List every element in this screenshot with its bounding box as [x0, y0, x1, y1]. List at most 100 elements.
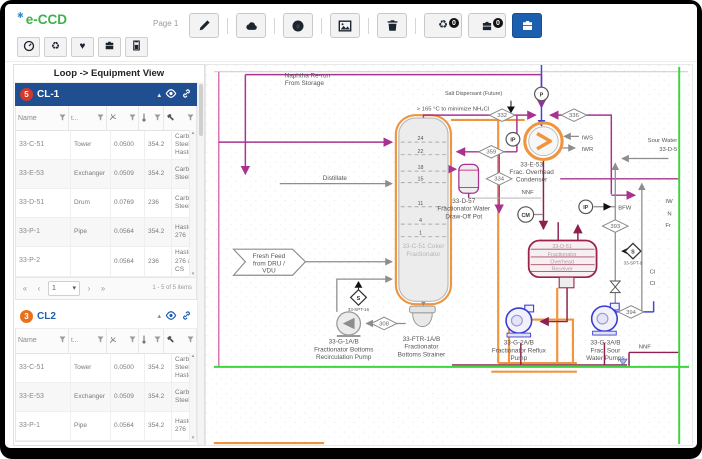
table-row[interactable]: 33-E-53 Exchanger 0.0509 354.2 Carbon St…: [16, 160, 196, 189]
svg-text:308: 308: [379, 321, 389, 327]
filter-icon[interactable]: [97, 114, 104, 123]
col-name[interactable]: Name: [16, 329, 69, 353]
scroll-up-icon[interactable]: ▴: [192, 130, 195, 136]
strainer-label: Fractionator: [404, 344, 438, 351]
cloud-icon: [244, 19, 258, 33]
pager-prev-button[interactable]: ‹: [34, 284, 44, 293]
loop-badge: 5: [20, 88, 33, 101]
col-temperature[interactable]: [139, 329, 164, 353]
link-icon[interactable]: [181, 88, 192, 101]
pid-diagram-canvas[interactable]: 24 22 18 15 11 4 1 33-C-51 Coker Fractio…: [205, 64, 693, 446]
svg-text:33-SPT-16: 33-SPT-16: [348, 307, 370, 312]
panel-cl2-header[interactable]: 3 CL2 ▴: [15, 305, 197, 329]
col-material[interactable]: [164, 106, 196, 130]
fresh-feed-flag: Fresh Feed from DRU / VDU: [234, 249, 306, 275]
col-corrosion-rate[interactable]: [107, 106, 139, 130]
filter-icon[interactable]: [97, 336, 104, 345]
pump-label: Fractionator Reflux: [492, 347, 547, 354]
eye-icon[interactable]: [165, 311, 177, 322]
col-material[interactable]: [164, 329, 196, 353]
recycle-count-badge: 0: [449, 18, 459, 28]
table-row[interactable]: 33-E-53 Exchanger 0.0509 354.2 Carbon St…: [16, 383, 196, 412]
filter-icon[interactable]: [154, 336, 161, 345]
filter-icon[interactable]: [187, 336, 194, 345]
svg-text:S: S: [357, 296, 361, 302]
collapse-icon[interactable]: ▴: [157, 312, 161, 320]
quick-toolbar: ♻ ♥: [17, 37, 148, 57]
battery-button[interactable]: [125, 37, 148, 57]
link-icon[interactable]: [181, 310, 192, 323]
pager-last-button[interactable]: »: [98, 284, 108, 293]
panel-cl1-header[interactable]: 5 CL-1 ▴: [15, 83, 197, 106]
table-row[interactable]: 33-C-51 Tower 0.0500 354.2 Carbon Steel …: [16, 354, 196, 383]
filter-icon[interactable]: [129, 336, 136, 345]
history-zero-button[interactable]: 0: [283, 13, 313, 38]
col-corrosion-rate[interactable]: [107, 329, 139, 353]
eye-icon[interactable]: [165, 89, 177, 100]
delete-button[interactable]: [377, 13, 407, 38]
receiver-label: Overhead: [550, 260, 574, 266]
brand-logo: CORREXPERT✱e-CCD: [17, 11, 67, 29]
equipment-grid-cl1: Name t... ▴▾ 33-C-51 Tower 0.0500 354.2 …: [15, 106, 197, 278]
table-row[interactable]: 33-P-2 0.0564 236 Hastelloy 276 & CS: [16, 247, 196, 276]
speedometer-button[interactable]: [17, 37, 40, 57]
bfw-label: BFW: [618, 206, 632, 212]
heart-icon: ♥: [80, 42, 86, 52]
scrollbar-thumb[interactable]: [199, 84, 203, 136]
col-temperature[interactable]: [139, 106, 164, 130]
recycle-icon: ♻: [438, 20, 448, 31]
scroll-down-icon[interactable]: ▾: [192, 435, 195, 441]
filter-icon[interactable]: [154, 114, 161, 123]
briefcase-icon: [481, 20, 493, 32]
tray-label: 11: [418, 201, 424, 207]
svg-text:CM: CM: [522, 213, 531, 219]
briefcase-count-button[interactable]: 0: [468, 13, 506, 38]
recycle-button[interactable]: ♻: [44, 37, 67, 57]
svg-text:393: 393: [610, 224, 620, 230]
tray-label: 15: [417, 177, 423, 183]
table-row[interactable]: 33-P-1 Pipe 0.0564 354.2 Hastelloy 276: [16, 218, 196, 247]
filter-icon[interactable]: [59, 336, 66, 345]
pager-first-button[interactable]: «: [20, 284, 30, 293]
svg-text:0: 0: [296, 24, 299, 30]
image-button[interactable]: [330, 13, 360, 38]
sidebar-scrollbar[interactable]: [197, 82, 204, 445]
col-type[interactable]: t...: [69, 329, 107, 353]
svg-text:33-SPT-9: 33-SPT-9: [624, 261, 643, 266]
screenshot: CORREXPERT✱e-CCD Page 1 0: [0, 0, 702, 459]
svg-text:332: 332: [497, 113, 507, 119]
briefcase-active-button[interactable]: [512, 13, 542, 38]
recycle-count-button[interactable]: ♻ 0: [424, 13, 462, 38]
speedometer-icon: [23, 40, 35, 55]
pump-label: 33-G-3A/B: [590, 340, 620, 347]
scroll-down-icon[interactable]: ▾: [192, 271, 195, 277]
scroll-up-icon[interactable]: ▴: [192, 353, 195, 359]
grid-scrollbar[interactable]: ▴▾: [189, 130, 196, 277]
heart-button[interactable]: ♥: [71, 37, 94, 57]
filter-icon[interactable]: [187, 114, 194, 123]
col-type[interactable]: t...: [69, 106, 107, 130]
grid-header: Name t...: [16, 329, 196, 354]
panel-cl1: 5 CL-1 ▴ Name t... ▴▾ 33-C-51: [15, 83, 197, 300]
table-row[interactable]: 33-D-51 Drum 0.0769 236 Carbon Steel: [16, 189, 196, 218]
filter-icon[interactable]: [129, 114, 136, 123]
panel-cl2: 3 CL2 ▴ Name t... ▴▾ 33-C-51: [15, 305, 197, 442]
window-frame: CORREXPERT✱e-CCD Page 1 0: [0, 0, 702, 459]
table-row[interactable]: 33-C-51 Tower 0.0500 354.2 Carbon Steel …: [16, 131, 196, 160]
condenser-label: Frac. Overhead: [509, 169, 554, 176]
crack-icon: [109, 336, 117, 346]
collapse-icon[interactable]: ▴: [157, 91, 161, 99]
tray-label: 18: [417, 165, 423, 171]
edit-button[interactable]: [189, 13, 219, 38]
iws-label: IWS: [582, 135, 593, 141]
table-row[interactable]: 33-P-1 Pipe 0.0564 354.2 Hastelloy 276: [16, 412, 196, 441]
cloud-button[interactable]: [236, 13, 266, 38]
briefcase-button[interactable]: [98, 37, 121, 57]
filter-icon[interactable]: [59, 114, 66, 123]
hammer-icon: [166, 113, 175, 124]
col-name[interactable]: Name: [16, 106, 69, 130]
grid-scrollbar[interactable]: ▴▾: [189, 353, 196, 441]
page-select[interactable]: 1▾: [48, 281, 80, 296]
svg-text:IP: IP: [583, 205, 589, 211]
pager-next-button[interactable]: ›: [84, 284, 94, 293]
